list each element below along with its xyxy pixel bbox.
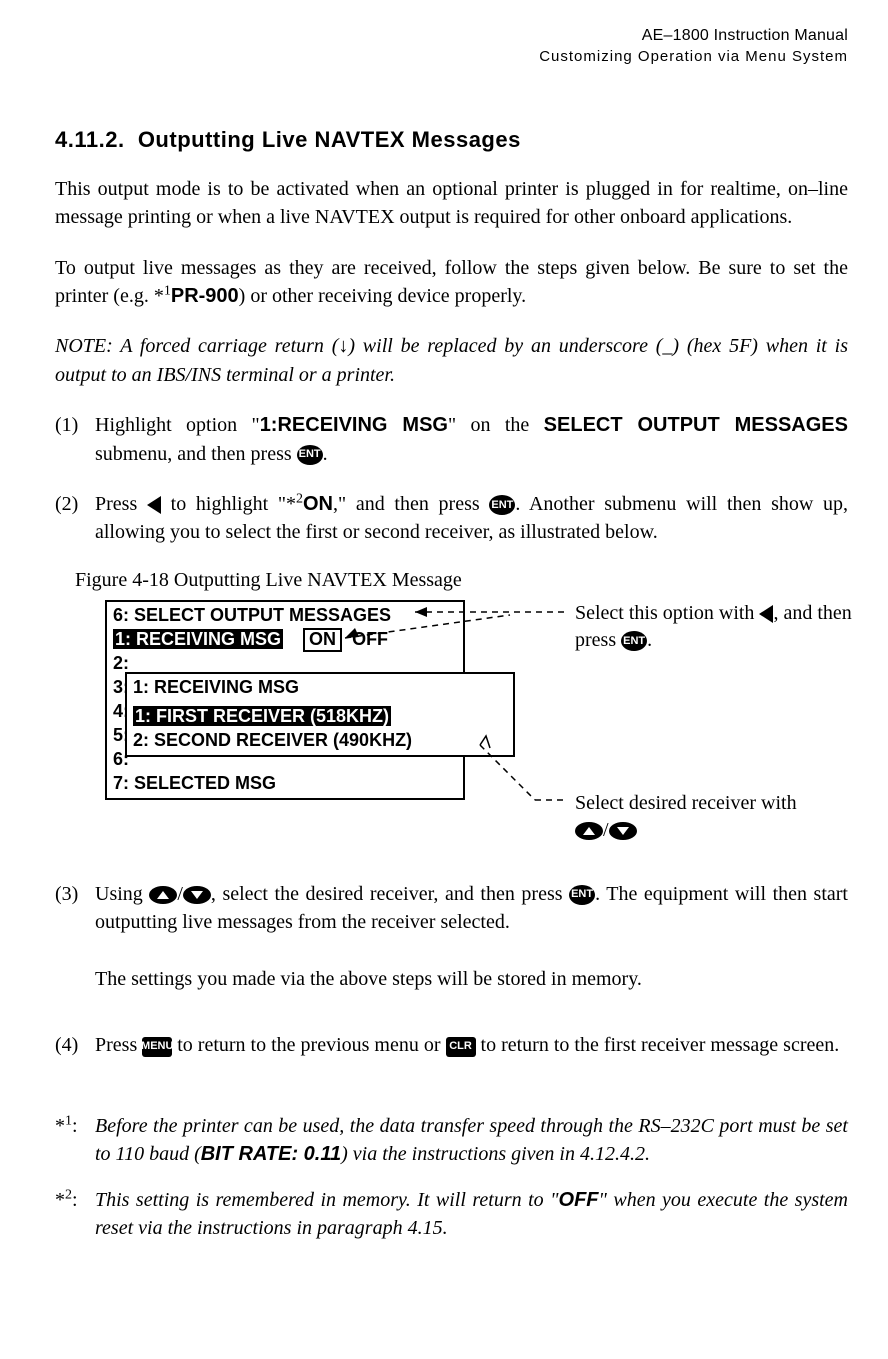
up-key-icon (575, 822, 603, 840)
bold-text: OFF (559, 1189, 599, 1211)
text: , select the desired receiver, and then … (211, 883, 569, 905)
text: This setting is remembered in memory. It… (95, 1189, 559, 1211)
menu-name: SELECT OUTPUT MESSAGES (544, 414, 848, 436)
ent-key-icon: ENT (569, 885, 595, 905)
step-4: (4) Press MENU to return to the previous… (55, 1031, 848, 1059)
text: ) or other receiving device properly. (239, 285, 526, 307)
text: . (647, 629, 652, 651)
text: Press (95, 493, 147, 515)
step-body: Press MENU to return to the previous men… (95, 1031, 848, 1059)
footnote-text: This setting is remembered in memory. It… (95, 1186, 848, 1242)
text: Highlight option " (95, 414, 260, 436)
step-number: (2) (55, 490, 95, 547)
text: " on the (448, 414, 544, 436)
menu-key-icon: MENU (142, 1037, 172, 1057)
footnote-ref-1: *1 (154, 285, 171, 307)
step-body: Highlight option "1:RECEIVING MSG" on th… (95, 411, 848, 468)
annotation-top: Select this option with , and then press… (575, 600, 865, 654)
text: Select this option with (575, 602, 759, 624)
footnote-text: Before the printer can be used, the data… (95, 1112, 848, 1168)
text: . (323, 443, 328, 465)
annotation-bottom: Select desired receiver with / (575, 790, 888, 844)
figure-diagram: 6: SELECT OUTPUT MESSAGES 1: RECEIVING M… (55, 600, 848, 840)
header-subtitle: Customizing Operation via Menu System (0, 47, 848, 67)
step-3: (3) Using /, select the desired receiver… (55, 880, 848, 994)
text: submenu, and then press (95, 443, 297, 465)
printer-model: PR-900 (171, 285, 239, 307)
text: Select desired receiver with (575, 792, 797, 814)
left-arrow-key-icon (759, 605, 773, 623)
ent-key-icon: ENT (489, 495, 515, 515)
footnote-label: *2: (55, 1186, 95, 1242)
paragraph-1: This output mode is to be activated when… (55, 175, 848, 232)
text: Using (95, 883, 149, 905)
menu-option: 1:RECEIVING MSG (260, 414, 448, 436)
section-heading: 4.11.2. Outputting Live NAVTEX Messages (55, 127, 848, 153)
text: to highlight " (161, 493, 286, 515)
section-number: 4.11.2. (55, 127, 125, 152)
step-1: (1) Highlight option "1:RECEIVING MSG" o… (55, 411, 848, 468)
down-key-icon (183, 886, 211, 904)
footnote-1: *1: Before the printer can be used, the … (55, 1112, 848, 1168)
step-body: Using /, select the desired receiver, an… (95, 880, 848, 994)
bold-text: BIT RATE: 0.11 (201, 1143, 341, 1165)
section-title: Outputting Live NAVTEX Messages (138, 127, 521, 152)
step-number: (1) (55, 411, 95, 468)
ent-key-icon: ENT (297, 445, 323, 465)
text: ) via the instructions given in 4.12.4.2… (341, 1143, 650, 1165)
header-title: AE–1800 Instruction Manual (0, 25, 848, 47)
content: 4.11.2. Outputting Live NAVTEX Messages … (0, 67, 888, 1242)
ent-key-icon: ENT (621, 631, 647, 651)
text: to return to the first receiver message … (476, 1034, 840, 1056)
step-body: Press to highlight "*2ON," and then pres… (95, 490, 848, 547)
step-2: (2) Press to highlight "*2ON," and then … (55, 490, 848, 547)
on-label: ON (303, 493, 333, 515)
footnote-2: *2: This setting is remembered in memory… (55, 1186, 848, 1242)
text: Press (95, 1034, 142, 1056)
paragraph-2: To output live messages as they are rece… (55, 254, 848, 311)
figure-caption: Figure 4-18 Outputting Live NAVTEX Messa… (75, 569, 848, 592)
text: to return to the previous menu or (172, 1034, 445, 1056)
step-number: (4) (55, 1031, 95, 1059)
footnote-ref-2: *2 (286, 493, 303, 515)
slash: / (603, 819, 609, 841)
note: NOTE: A forced carriage return (↓) will … (55, 332, 848, 389)
down-key-icon (609, 822, 637, 840)
up-key-icon (149, 886, 177, 904)
clr-key-icon: CLR (446, 1037, 476, 1057)
left-arrow-key-icon (147, 496, 161, 514)
footnote-label: *1: (55, 1112, 95, 1168)
text: The settings you made via the above step… (95, 968, 642, 990)
text: ," and then press (333, 493, 489, 515)
step-number: (3) (55, 880, 95, 994)
page: AE–1800 Instruction Manual Customizing O… (0, 0, 888, 1359)
page-header: AE–1800 Instruction Manual Customizing O… (0, 25, 888, 67)
